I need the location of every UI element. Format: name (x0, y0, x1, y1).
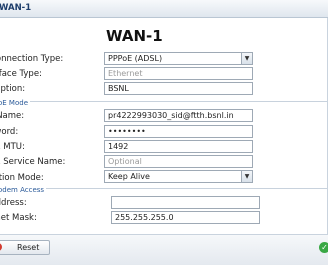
interface-type-field[interactable]: Ethernet (104, 67, 253, 80)
chevron-down-icon[interactable]: ▼ (241, 171, 252, 182)
connection-type-label: Connection Type: (0, 54, 64, 64)
service-name-field[interactable]: Optional (104, 155, 253, 168)
reset-button[interactable]: Reset (0, 240, 50, 255)
ip-address-field[interactable] (111, 196, 260, 209)
operation-mode-select[interactable]: Keep Alive ▼ (104, 170, 253, 183)
user-name-label: r Name: (0, 111, 25, 121)
checkmark-icon[interactable]: ✓ (319, 242, 328, 253)
description-field[interactable]: BSNL (104, 82, 253, 95)
wan-settings-panel: WAN-1 Connection Type: PPPoE (ADSL) ▼ er… (0, 18, 328, 246)
title-bar: WAN-1 (0, 0, 328, 18)
page-title: WAN-1 (106, 27, 163, 45)
operation-mode-value: Keep Alive (108, 172, 150, 181)
password-field[interactable]: •••••••• (104, 125, 253, 138)
modem-section-title: odem Access (0, 186, 47, 194)
reset-button-label: Reset (17, 243, 40, 252)
pppoe-mtu-field[interactable]: 1492 (104, 140, 253, 153)
user-name-field[interactable]: pr4222993030_sid@ftth.bsnl.in (104, 109, 253, 122)
pppoe-section-title: oE Mode (0, 99, 31, 107)
chevron-down-icon[interactable]: ▼ (241, 53, 252, 64)
interface-type-label: erface Type: (0, 69, 42, 79)
reset-icon (0, 243, 2, 251)
connection-type-select[interactable]: PPPoE (ADSL) ▼ (104, 52, 253, 65)
window-title: WAN-1 (0, 3, 32, 13)
connection-type-value: PPPoE (ADSL) (108, 54, 163, 63)
service-name-label: oE Service Name: (0, 157, 66, 167)
description-label: cription: (0, 84, 26, 94)
subnet-mask-field[interactable]: 255.255.255.0 (111, 211, 260, 224)
pppoe-mtu-label: oE MTU: (0, 142, 25, 152)
ip-address-label: Address: (0, 198, 27, 208)
subnet-mask-label: bnet Mask: (0, 213, 37, 223)
footer-toolbar: Reset ✓ (0, 234, 328, 265)
password-label: sword: (0, 127, 19, 137)
operation-mode-label: ration Mode: (0, 173, 44, 183)
